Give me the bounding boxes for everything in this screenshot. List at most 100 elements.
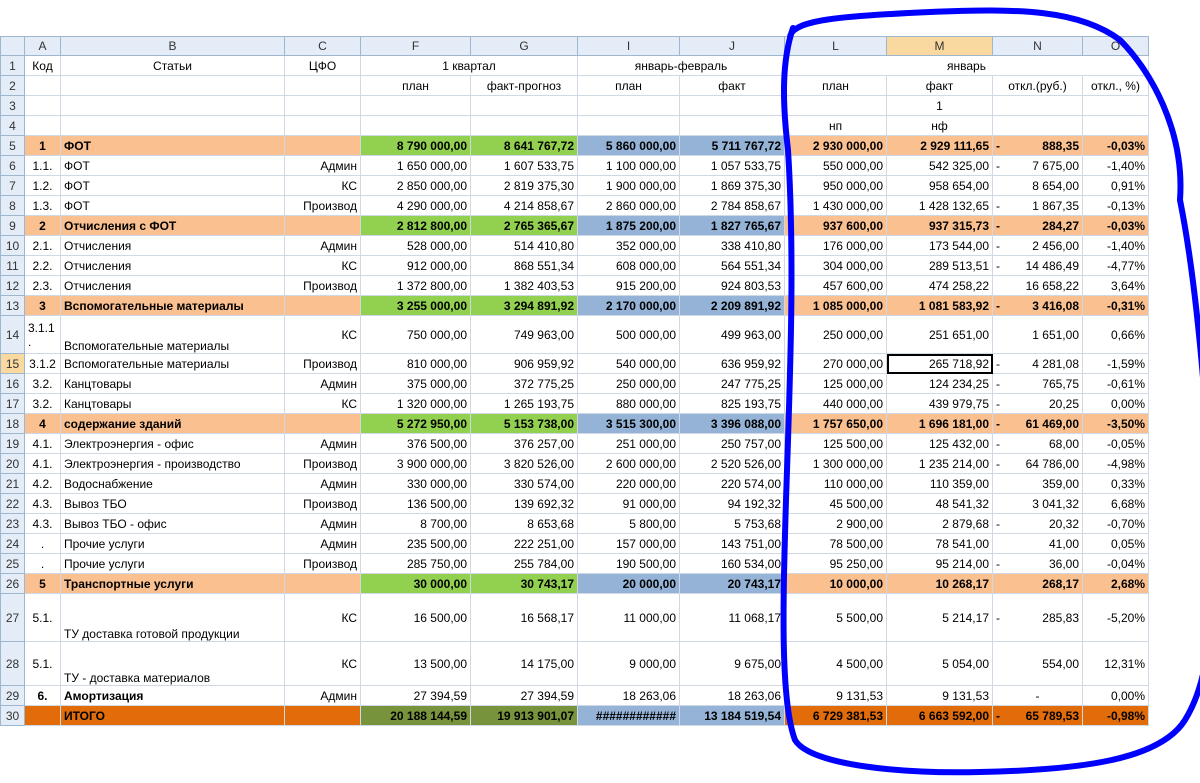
- cell-m-value[interactable]: 10 268,17: [886, 573, 993, 594]
- cell-i-value[interactable]: 190 500,00: [577, 553, 680, 574]
- cell-item-name[interactable]: Канцтовары: [60, 373, 285, 394]
- cell-m-value[interactable]: 251 651,00: [886, 315, 993, 354]
- cell-f-value[interactable]: 3 900 000,00: [360, 453, 471, 474]
- cell-code[interactable]: 5.1.: [24, 593, 61, 642]
- row-header[interactable]: 11: [0, 255, 25, 276]
- cell-g-value[interactable]: 906 959,92: [470, 353, 578, 374]
- cell-i-value[interactable]: 9 000,00: [577, 641, 680, 686]
- row-header[interactable]: 15: [0, 353, 25, 374]
- cell-deviation-percent[interactable]: -3,50%: [1082, 413, 1149, 434]
- cell[interactable]: откл., %): [1082, 75, 1149, 96]
- cell-cfo[interactable]: КС: [284, 393, 361, 414]
- cell[interactable]: [284, 115, 361, 136]
- cell-deviation-percent[interactable]: 0,00%: [1082, 685, 1149, 706]
- cell[interactable]: [470, 95, 578, 116]
- cell-g-value[interactable]: 139 692,32: [470, 493, 578, 514]
- cell[interactable]: [360, 95, 471, 116]
- cell-g-value[interactable]: 1 382 403,53: [470, 275, 578, 296]
- cell-l-value[interactable]: 2 930 000,00: [784, 135, 887, 156]
- row-header[interactable]: 25: [0, 553, 25, 574]
- cell-deviation-percent[interactable]: -4,77%: [1082, 255, 1149, 276]
- cell-cfo[interactable]: [284, 215, 361, 236]
- cell-item-name[interactable]: содержание зданий: [60, 413, 285, 434]
- cell-code[interactable]: 1: [24, 135, 61, 156]
- cell-j-value[interactable]: 338 410,80: [679, 235, 785, 256]
- cell-f-value[interactable]: 2 850 000,00: [360, 175, 471, 196]
- cell-i-value[interactable]: 220 000,00: [577, 473, 680, 494]
- cell-code[interactable]: 5.1.: [24, 641, 61, 686]
- column-header-m[interactable]: M: [886, 36, 993, 56]
- cell-l-value[interactable]: 176 000,00: [784, 235, 887, 256]
- cell-cfo[interactable]: Админ: [284, 473, 361, 494]
- cell-l-value[interactable]: 937 600,00: [784, 215, 887, 236]
- cell-g-value[interactable]: 3 294 891,92: [470, 295, 578, 316]
- cell-items-header[interactable]: Статьи: [60, 55, 285, 76]
- cell-g-value[interactable]: 3 820 526,00: [470, 453, 578, 474]
- cell-code[interactable]: .: [24, 533, 61, 554]
- cell-cfo[interactable]: КС: [284, 315, 361, 354]
- cell-item-name[interactable]: Отчисления: [60, 275, 285, 296]
- cell-deviation-percent[interactable]: 3,64%: [1082, 275, 1149, 296]
- cell-i-value[interactable]: 352 000,00: [577, 235, 680, 256]
- cell-code[interactable]: 2.2.: [24, 255, 61, 276]
- cell-g-value[interactable]: 19 913 901,07: [470, 705, 578, 726]
- cell-i-value[interactable]: 18 263,06: [577, 685, 680, 706]
- cell-cfo[interactable]: [284, 413, 361, 434]
- cell-f-value[interactable]: 1 372 800,00: [360, 275, 471, 296]
- cell-m-value[interactable]: 1 081 583,92: [886, 295, 993, 316]
- cell-code[interactable]: [24, 705, 61, 726]
- column-header-l[interactable]: L: [784, 36, 887, 56]
- cell-g-value[interactable]: 14 175,00: [470, 641, 578, 686]
- cell-deviation-rub[interactable]: - 4 281,08: [992, 353, 1083, 374]
- cell[interactable]: [60, 95, 285, 116]
- cell-code[interactable]: 3.1.1 .: [24, 315, 61, 354]
- column-header-g[interactable]: G: [470, 36, 578, 56]
- cell-g-value[interactable]: 30 743,17: [470, 573, 578, 594]
- column-header-a[interactable]: A: [24, 36, 61, 56]
- cell-f-value[interactable]: 528 000,00: [360, 235, 471, 256]
- cell-deviation-rub[interactable]: - 61 469,00: [992, 413, 1083, 434]
- column-header-f[interactable]: F: [360, 36, 471, 56]
- cell-cfo[interactable]: Админ: [284, 685, 361, 706]
- cell-f-value[interactable]: 8 790 000,00: [360, 135, 471, 156]
- cell[interactable]: [784, 95, 887, 116]
- row-header[interactable]: 24: [0, 533, 25, 554]
- cell-f-value[interactable]: 4 290 000,00: [360, 195, 471, 216]
- cell-g-value[interactable]: 2 765 365,67: [470, 215, 578, 236]
- cell-i-value[interactable]: 20 000,00: [577, 573, 680, 594]
- cell-deviation-rub[interactable]: - 20,32: [992, 513, 1083, 534]
- cell-deviation-percent[interactable]: -1,59%: [1082, 353, 1149, 374]
- cell-deviation-percent[interactable]: 0,05%: [1082, 533, 1149, 554]
- cell-item-name[interactable]: Отчисления с ФОТ: [60, 215, 285, 236]
- cell-f-value[interactable]: 750 000,00: [360, 315, 471, 354]
- cell-j-value[interactable]: 18 263,06: [679, 685, 785, 706]
- row-header[interactable]: 22: [0, 493, 25, 514]
- cell-cfo[interactable]: Производ: [284, 453, 361, 474]
- cell-i-value[interactable]: 2 860 000,00: [577, 195, 680, 216]
- row-header[interactable]: 17: [0, 393, 25, 414]
- cell-l-value[interactable]: 2 900,00: [784, 513, 887, 534]
- cell-f-value[interactable]: 13 500,00: [360, 641, 471, 686]
- row-header[interactable]: 14: [0, 315, 25, 354]
- cell-l-value[interactable]: 110 000,00: [784, 473, 887, 494]
- select-all-corner[interactable]: [0, 36, 25, 56]
- cell-cfo[interactable]: Производ: [284, 275, 361, 296]
- cell-code[interactable]: 2.3.: [24, 275, 61, 296]
- cell-f-value[interactable]: 16 500,00: [360, 593, 471, 642]
- cell-cfo[interactable]: Админ: [284, 155, 361, 176]
- cell[interactable]: [1082, 115, 1149, 136]
- cell-i-value[interactable]: 1 875 200,00: [577, 215, 680, 236]
- cell[interactable]: [24, 95, 61, 116]
- cell-code[interactable]: 3.2.: [24, 373, 61, 394]
- column-header-o[interactable]: O: [1082, 36, 1149, 56]
- cell-f-value[interactable]: 810 000,00: [360, 353, 471, 374]
- row-header[interactable]: 28: [0, 641, 25, 686]
- cell-code[interactable]: 1.2.: [24, 175, 61, 196]
- cell-i-value[interactable]: 1 900 000,00: [577, 175, 680, 196]
- cell-i-value[interactable]: 5 860 000,00: [577, 135, 680, 156]
- column-header-j[interactable]: J: [679, 36, 785, 56]
- row-header[interactable]: 1: [0, 55, 25, 76]
- cell-code[interactable]: 6.: [24, 685, 61, 706]
- row-header[interactable]: 21: [0, 473, 25, 494]
- cell[interactable]: факт-прогноз: [470, 75, 578, 96]
